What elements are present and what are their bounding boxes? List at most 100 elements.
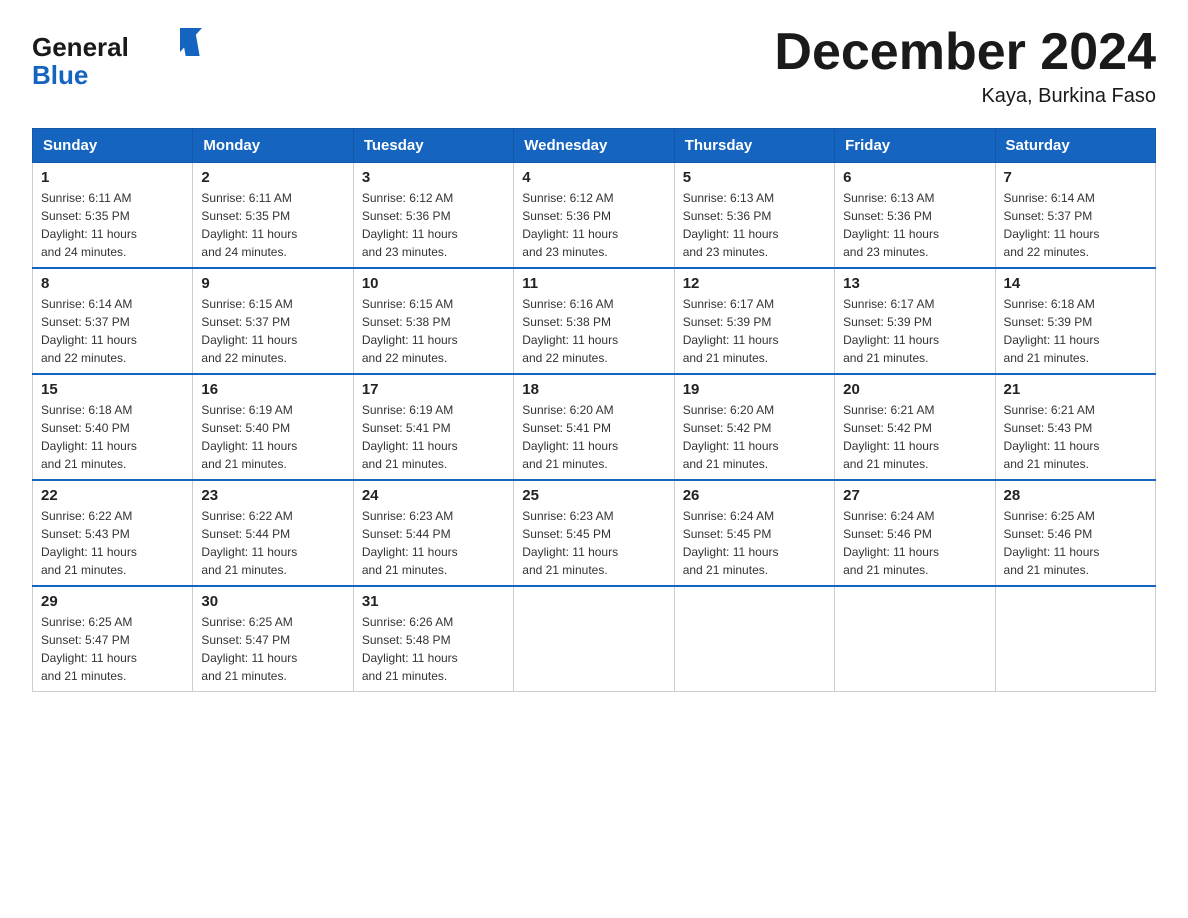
- day-info: Sunrise: 6:22 AMSunset: 5:44 PMDaylight:…: [201, 507, 344, 579]
- day-number: 10: [362, 275, 505, 292]
- day-number: 26: [683, 487, 826, 504]
- day-number: 20: [843, 381, 986, 398]
- day-number: 2: [201, 169, 344, 186]
- calendar-day-cell: 20 Sunrise: 6:21 AMSunset: 5:42 PMDayligh…: [835, 374, 995, 480]
- day-number: 11: [522, 275, 665, 292]
- calendar-week-row: 29 Sunrise: 6:25 AMSunset: 5:47 PMDayligh…: [33, 586, 1156, 692]
- day-number: 15: [41, 381, 184, 398]
- day-number: 8: [41, 275, 184, 292]
- day-info: Sunrise: 6:19 AMSunset: 5:41 PMDaylight:…: [362, 401, 505, 473]
- day-info: Sunrise: 6:16 AMSunset: 5:38 PMDaylight:…: [522, 295, 665, 367]
- day-info: Sunrise: 6:22 AMSunset: 5:43 PMDaylight:…: [41, 507, 184, 579]
- day-info: Sunrise: 6:21 AMSunset: 5:42 PMDaylight:…: [843, 401, 986, 473]
- calendar-day-cell: 11 Sunrise: 6:16 AMSunset: 5:38 PMDayligh…: [514, 268, 674, 374]
- calendar-day-cell: 27 Sunrise: 6:24 AMSunset: 5:46 PMDayligh…: [835, 480, 995, 586]
- day-info: Sunrise: 6:20 AMSunset: 5:41 PMDaylight:…: [522, 401, 665, 473]
- day-number: 23: [201, 487, 344, 504]
- day-number: 16: [201, 381, 344, 398]
- calendar-day-cell: 8 Sunrise: 6:14 AMSunset: 5:37 PMDaylight…: [33, 268, 193, 374]
- calendar-week-row: 1 Sunrise: 6:11 AMSunset: 5:35 PMDaylight…: [33, 163, 1156, 269]
- calendar-week-row: 15 Sunrise: 6:18 AMSunset: 5:40 PMDayligh…: [33, 374, 1156, 480]
- calendar-day-cell: 12 Sunrise: 6:17 AMSunset: 5:39 PMDayligh…: [674, 268, 834, 374]
- calendar-day-cell: [995, 586, 1155, 692]
- day-info: Sunrise: 6:25 AMSunset: 5:47 PMDaylight:…: [41, 613, 184, 685]
- calendar-day-cell: 18 Sunrise: 6:20 AMSunset: 5:41 PMDayligh…: [514, 374, 674, 480]
- day-number: 22: [41, 487, 184, 504]
- page-header: General Blue December 2024 Kaya, Burkina…: [32, 24, 1156, 108]
- calendar-header-row: SundayMondayTuesdayWednesdayThursdayFrid…: [33, 129, 1156, 163]
- day-of-week-header: Thursday: [674, 129, 834, 163]
- day-number: 4: [522, 169, 665, 186]
- day-of-week-header: Tuesday: [353, 129, 513, 163]
- calendar-day-cell: 3 Sunrise: 6:12 AMSunset: 5:36 PMDaylight…: [353, 163, 513, 269]
- day-number: 1: [41, 169, 184, 186]
- day-number: 7: [1004, 169, 1147, 186]
- calendar-day-cell: 6 Sunrise: 6:13 AMSunset: 5:36 PMDaylight…: [835, 163, 995, 269]
- day-info: Sunrise: 6:14 AMSunset: 5:37 PMDaylight:…: [1004, 189, 1147, 261]
- calendar-table: SundayMondayTuesdayWednesdayThursdayFrid…: [32, 128, 1156, 692]
- day-number: 14: [1004, 275, 1147, 292]
- calendar-day-cell: 13Sunrise: 6:17 AMSunset: 5:39 PMDayligh…: [835, 268, 995, 374]
- day-number: 3: [362, 169, 505, 186]
- calendar-week-row: 22 Sunrise: 6:22 AMSunset: 5:43 PMDayligh…: [33, 480, 1156, 586]
- day-number: 19: [683, 381, 826, 398]
- day-number: 12: [683, 275, 826, 292]
- day-number: 21: [1004, 381, 1147, 398]
- logo-svg: General Blue: [32, 24, 202, 92]
- calendar-day-cell: 16Sunrise: 6:19 AMSunset: 5:40 PMDayligh…: [193, 374, 353, 480]
- day-number: 29: [41, 593, 184, 610]
- calendar-day-cell: 17 Sunrise: 6:19 AMSunset: 5:41 PMDayligh…: [353, 374, 513, 480]
- day-number: 5: [683, 169, 826, 186]
- day-of-week-header: Friday: [835, 129, 995, 163]
- day-info: Sunrise: 6:23 AMSunset: 5:45 PMDaylight:…: [522, 507, 665, 579]
- month-title: December 2024: [774, 24, 1156, 81]
- day-info: Sunrise: 6:26 AMSunset: 5:48 PMDaylight:…: [362, 613, 505, 685]
- day-number: 17: [362, 381, 505, 398]
- day-info: Sunrise: 6:12 AMSunset: 5:36 PMDaylight:…: [522, 189, 665, 261]
- day-of-week-header: Wednesday: [514, 129, 674, 163]
- day-info: Sunrise: 6:13 AMSunset: 5:36 PMDaylight:…: [683, 189, 826, 261]
- day-info: Sunrise: 6:15 AMSunset: 5:37 PMDaylight:…: [201, 295, 344, 367]
- calendar-day-cell: 24Sunrise: 6:23 AMSunset: 5:44 PMDayligh…: [353, 480, 513, 586]
- day-number: 25: [522, 487, 665, 504]
- day-info: Sunrise: 6:20 AMSunset: 5:42 PMDaylight:…: [683, 401, 826, 473]
- day-number: 27: [843, 487, 986, 504]
- day-info: Sunrise: 6:15 AMSunset: 5:38 PMDaylight:…: [362, 295, 505, 367]
- day-of-week-header: Saturday: [995, 129, 1155, 163]
- day-of-week-header: Sunday: [33, 129, 193, 163]
- calendar-day-cell: 5 Sunrise: 6:13 AMSunset: 5:36 PMDaylight…: [674, 163, 834, 269]
- day-info: Sunrise: 6:25 AMSunset: 5:46 PMDaylight:…: [1004, 507, 1147, 579]
- day-info: Sunrise: 6:13 AMSunset: 5:36 PMDaylight:…: [843, 189, 986, 261]
- calendar-day-cell: 2Sunrise: 6:11 AMSunset: 5:35 PMDaylight…: [193, 163, 353, 269]
- day-info: Sunrise: 6:25 AMSunset: 5:47 PMDaylight:…: [201, 613, 344, 685]
- calendar-day-cell: 1 Sunrise: 6:11 AMSunset: 5:35 PMDaylight…: [33, 163, 193, 269]
- calendar-day-cell: 26Sunrise: 6:24 AMSunset: 5:45 PMDayligh…: [674, 480, 834, 586]
- day-info: Sunrise: 6:21 AMSunset: 5:43 PMDaylight:…: [1004, 401, 1147, 473]
- day-number: 30: [201, 593, 344, 610]
- day-info: Sunrise: 6:17 AMSunset: 5:39 PMDaylight:…: [683, 295, 826, 367]
- day-info: Sunrise: 6:17 AMSunset: 5:39 PMDaylight:…: [843, 295, 986, 367]
- day-of-week-header: Monday: [193, 129, 353, 163]
- calendar-day-cell: 25 Sunrise: 6:23 AMSunset: 5:45 PMDayligh…: [514, 480, 674, 586]
- location-title: Kaya, Burkina Faso: [774, 85, 1156, 108]
- calendar-day-cell: [674, 586, 834, 692]
- calendar-day-cell: 14Sunrise: 6:18 AMSunset: 5:39 PMDayligh…: [995, 268, 1155, 374]
- calendar-day-cell: 29 Sunrise: 6:25 AMSunset: 5:47 PMDayligh…: [33, 586, 193, 692]
- day-number: 6: [843, 169, 986, 186]
- day-number: 18: [522, 381, 665, 398]
- calendar-day-cell: 31 Sunrise: 6:26 AMSunset: 5:48 PMDayligh…: [353, 586, 513, 692]
- day-info: Sunrise: 6:18 AMSunset: 5:40 PMDaylight:…: [41, 401, 184, 473]
- calendar-day-cell: [514, 586, 674, 692]
- calendar-day-cell: 4 Sunrise: 6:12 AMSunset: 5:36 PMDaylight…: [514, 163, 674, 269]
- calendar-day-cell: 22 Sunrise: 6:22 AMSunset: 5:43 PMDayligh…: [33, 480, 193, 586]
- day-info: Sunrise: 6:11 AMSunset: 5:35 PMDaylight:…: [41, 189, 184, 261]
- day-info: Sunrise: 6:12 AMSunset: 5:36 PMDaylight:…: [362, 189, 505, 261]
- calendar-day-cell: 28 Sunrise: 6:25 AMSunset: 5:46 PMDayligh…: [995, 480, 1155, 586]
- calendar-day-cell: [835, 586, 995, 692]
- calendar-day-cell: 23 Sunrise: 6:22 AMSunset: 5:44 PMDayligh…: [193, 480, 353, 586]
- svg-text:Blue: Blue: [32, 60, 88, 90]
- day-number: 31: [362, 593, 505, 610]
- day-info: Sunrise: 6:14 AMSunset: 5:37 PMDaylight:…: [41, 295, 184, 367]
- day-info: Sunrise: 6:24 AMSunset: 5:46 PMDaylight:…: [843, 507, 986, 579]
- day-number: 28: [1004, 487, 1147, 504]
